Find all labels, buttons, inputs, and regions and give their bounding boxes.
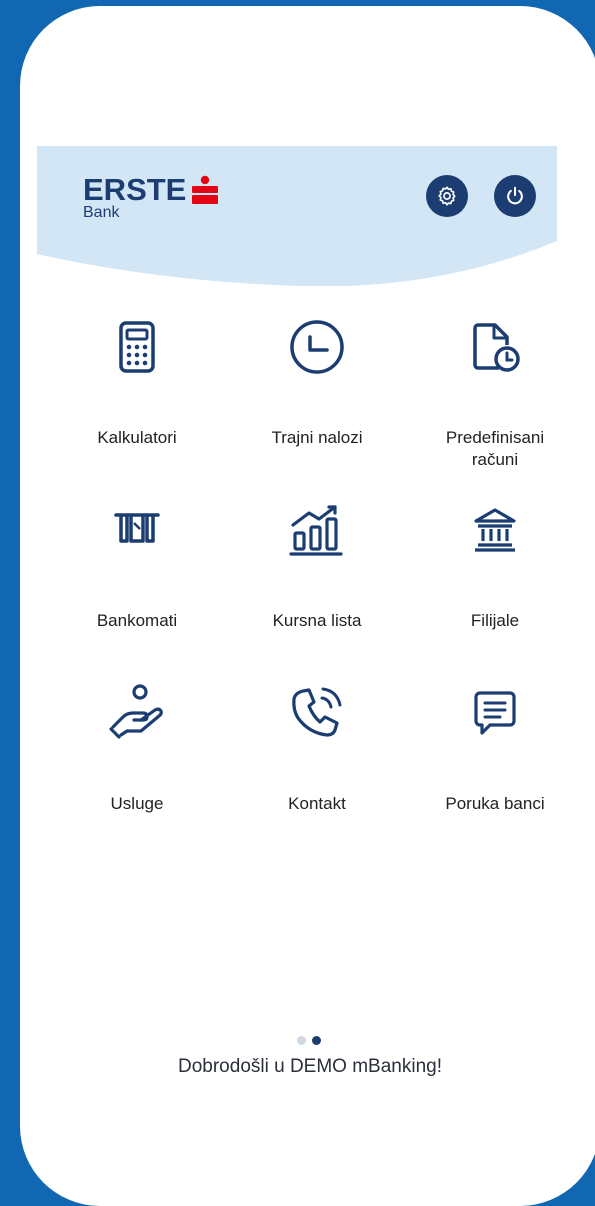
bank-building-icon <box>474 508 516 552</box>
logo-subtext: Bank <box>83 204 120 221</box>
hand-service-icon <box>109 684 163 739</box>
menu-label: Predefinisani računi <box>445 428 545 469</box>
gear-icon <box>438 186 456 206</box>
menu-label: Trajni nalozi <box>271 428 363 447</box>
power-icon <box>507 186 523 205</box>
bar-chart-icon <box>289 505 343 556</box>
logout-button[interactable] <box>494 175 536 217</box>
menu-tile-kalkulatori[interactable]: Kalkulatori <box>52 317 222 449</box>
menu-label: Kalkulatori <box>97 428 177 447</box>
menu-tile-kursna-lista[interactable]: Kursna lista <box>232 500 402 632</box>
menu-label: Poruka banci <box>445 794 545 813</box>
atm-icon <box>114 513 160 543</box>
menu-tile-poruka-banci[interactable]: Poruka banci <box>405 683 585 815</box>
app-header: ERSTE Bank <box>37 146 557 286</box>
phone-icon <box>292 687 342 737</box>
message-icon <box>474 691 516 735</box>
menu-tile-kontakt[interactable]: Kontakt <box>232 683 402 815</box>
clock-icon <box>290 320 344 374</box>
document-clock-icon <box>473 323 520 372</box>
menu-tile-trajni-nalozi[interactable]: Trajni nalozi <box>232 317 402 449</box>
menu-label: Usluge <box>110 794 164 813</box>
menu-label: Bankomati <box>96 611 178 630</box>
welcome-message: Dobrodošli u DEMO mBanking! <box>178 1056 442 1077</box>
menu-tile-filijale[interactable]: Filijale <box>410 500 580 632</box>
page-dot-active[interactable] <box>312 1036 321 1045</box>
calculator-icon <box>119 321 155 373</box>
menu-tile-bankomati[interactable]: Bankomati <box>52 500 222 632</box>
erste-bank-logo: ERSTE Bank <box>83 172 219 222</box>
menu-tile-usluge[interactable]: Usluge <box>52 683 222 815</box>
menu-tile-predefinisani-racuni[interactable]: Predefinisani računi <box>405 317 585 471</box>
settings-button[interactable] <box>426 175 468 217</box>
page-indicator <box>297 1036 321 1045</box>
logo-text: ERSTE <box>83 172 187 207</box>
menu-label: Kursna lista <box>272 611 362 630</box>
menu-label: Filijale <box>470 611 520 630</box>
page-dot-inactive[interactable] <box>297 1036 306 1045</box>
menu-label: Kontakt <box>288 794 346 813</box>
erste-s-mark-icon <box>192 175 219 204</box>
